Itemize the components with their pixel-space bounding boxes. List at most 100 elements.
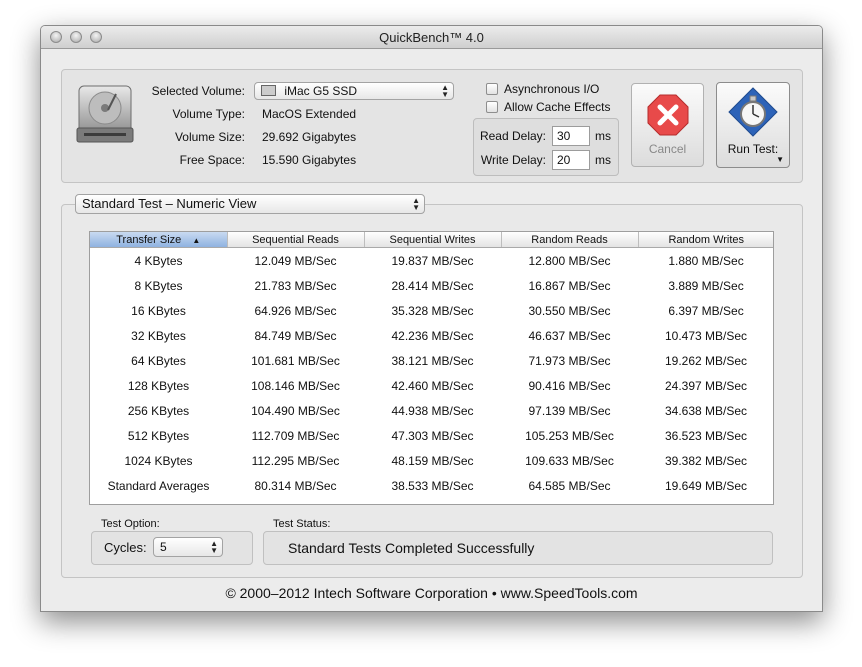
delay-settings-box: Read Delay: 30 ms Write Delay: 20 ms — [473, 118, 619, 176]
run-test-label: Run Test: — [727, 142, 779, 156]
table-row[interactable]: 256 KBytes 104.490 MB/Sec 44.938 MB/Sec … — [90, 398, 773, 423]
cancel-button[interactable]: Cancel — [631, 83, 704, 167]
sequential-writes-cell: 19.837 MB/Sec — [391, 253, 474, 268]
random-reads-cell: 30.550 MB/Sec — [528, 303, 611, 318]
volume-size-value: 29.692 Gigabytes — [262, 130, 357, 144]
transfer-size-cell: 256 KBytes — [127, 403, 190, 418]
random-writes-cell: 39.382 MB/Sec — [664, 453, 748, 468]
table-header-row: Transfer Size ▲ Sequential Reads Sequent… — [90, 232, 773, 248]
table-row-averages[interactable]: Standard Averages 80.314 MB/Sec 38.533 M… — [90, 473, 773, 498]
test-status-label: Test Status: — [273, 518, 331, 530]
view-mode-popup[interactable]: Standard Test – Numeric View ▲ ▼ — [75, 194, 425, 214]
table-row[interactable]: 1024 KBytes 112.295 MB/Sec 48.159 MB/Sec… — [90, 448, 773, 473]
selected-volume-popup[interactable]: iMac G5 SSD ▲ ▼ — [254, 82, 454, 100]
random-writes-cell: 19.649 MB/Sec — [664, 478, 748, 493]
popup-updown-icon: ▲ ▼ — [441, 83, 449, 99]
transfer-size-cell: 64 KBytes — [131, 353, 186, 368]
random-reads-cell: 109.633 MB/Sec — [525, 453, 614, 468]
transfer-size-cell: 8 KBytes — [134, 278, 183, 293]
volume-type-label: Volume Type: — [172, 107, 246, 121]
random-writes-cell: 6.397 MB/Sec — [668, 303, 744, 318]
run-test-button[interactable]: Run Test: ▼ — [716, 82, 790, 168]
sequential-writes-cell: 38.533 MB/Sec — [391, 478, 474, 493]
sequential-reads-cell: 84.749 MB/Sec — [254, 328, 337, 343]
write-delay-field[interactable]: 20 — [552, 150, 590, 170]
sequential-writes-cell: 47.303 MB/Sec — [391, 428, 474, 443]
transfer-size-cell: 16 KBytes — [131, 303, 186, 318]
read-delay-unit: ms — [595, 129, 611, 143]
app-window: QuickBench™ 4.0 Selected Volume: iMac G5… — [40, 25, 823, 612]
test-option-label: Test Option: — [101, 518, 160, 530]
random-reads-cell: 12.800 MB/Sec — [528, 253, 611, 268]
free-space-label: Free Space: — [179, 153, 245, 167]
footer-copyright: © 2000–2012 Intech Software Corporation … — [225, 585, 638, 601]
volume-size-label: Volume Size: — [174, 130, 245, 144]
sequential-reads-cell: 64.926 MB/Sec — [254, 303, 337, 318]
title-bar[interactable]: QuickBench™ 4.0 — [41, 26, 822, 49]
column-header-random-writes[interactable]: Random Writes — [638, 232, 773, 248]
cycles-updown-icon: ▲ ▼ — [210, 539, 218, 555]
write-delay-unit: ms — [595, 153, 611, 167]
random-writes-cell: 34.638 MB/Sec — [664, 403, 748, 418]
sequential-reads-cell: 101.681 MB/Sec — [251, 353, 340, 368]
write-delay-label: Write Delay: — [480, 153, 546, 167]
cycles-label: Cycles: — [104, 540, 147, 555]
view-mode-value: Standard Test – Numeric View — [82, 196, 257, 211]
test-status-box: Standard Tests Completed Successfully — [263, 531, 773, 565]
sequential-writes-cell: 42.236 MB/Sec — [391, 328, 474, 343]
random-writes-cell: 24.397 MB/Sec — [664, 378, 748, 393]
random-writes-cell: 10.473 MB/Sec — [664, 328, 748, 343]
random-reads-cell: 16.867 MB/Sec — [528, 278, 611, 293]
sequential-reads-cell: 12.049 MB/Sec — [254, 253, 337, 268]
free-space-value: 15.590 Gigabytes — [262, 153, 357, 167]
sequential-writes-cell: 42.460 MB/Sec — [391, 378, 474, 393]
random-reads-cell: 64.585 MB/Sec — [528, 478, 611, 493]
test-option-box: Cycles: 5 ▲ ▼ — [91, 531, 253, 565]
random-writes-cell: 3.889 MB/Sec — [668, 278, 744, 293]
column-header-sequential-reads[interactable]: Sequential Reads — [227, 232, 365, 248]
column-header-random-reads[interactable]: Random Reads — [501, 232, 639, 248]
cancel-button-label: Cancel — [648, 142, 687, 156]
random-reads-cell: 90.416 MB/Sec — [528, 378, 611, 393]
column-header-transfer-size[interactable]: Transfer Size ▲ — [90, 232, 228, 248]
sequential-writes-cell: 38.121 MB/Sec — [391, 353, 474, 368]
sequential-writes-cell: 48.159 MB/Sec — [391, 453, 474, 468]
table-row[interactable]: 16 KBytes 64.926 MB/Sec 35.328 MB/Sec 30… — [90, 298, 773, 323]
table-row[interactable]: 128 KBytes 108.146 MB/Sec 42.460 MB/Sec … — [90, 373, 773, 398]
cycles-value: 5 — [160, 540, 167, 554]
sequential-reads-cell: 112.295 MB/Sec — [251, 453, 340, 468]
transfer-size-cell: 32 KBytes — [131, 328, 186, 343]
allow-cache-checkbox[interactable] — [486, 101, 498, 113]
sequential-writes-cell: 35.328 MB/Sec — [391, 303, 474, 318]
random-reads-cell: 46.637 MB/Sec — [528, 328, 611, 343]
transfer-size-cell: 4 KBytes — [134, 253, 183, 268]
async-io-label: Asynchronous I/O — [504, 82, 600, 96]
read-delay-label: Read Delay: — [479, 129, 546, 143]
volume-settings-group: Selected Volume: iMac G5 SSD ▲ ▼ Volume T… — [61, 69, 803, 183]
random-reads-cell: 97.139 MB/Sec — [528, 403, 611, 418]
sort-ascending-icon: ▲ — [192, 235, 201, 245]
table-row[interactable]: 4 KBytes 12.049 MB/Sec 19.837 MB/Sec 12.… — [90, 248, 773, 274]
cycles-popup[interactable]: 5 ▲ ▼ — [153, 537, 223, 557]
table-row[interactable]: 512 KBytes 112.709 MB/Sec 47.303 MB/Sec … — [90, 423, 773, 448]
hard-drive-icon — [76, 84, 134, 149]
results-table-container: Transfer Size ▲ Sequential Reads Sequent… — [89, 231, 774, 505]
allow-cache-label: Allow Cache Effects — [504, 100, 611, 114]
async-io-checkbox[interactable] — [486, 83, 498, 95]
table-row[interactable]: 32 KBytes 84.749 MB/Sec 42.236 MB/Sec 46… — [90, 323, 773, 348]
stopwatch-icon — [728, 87, 778, 140]
read-delay-field[interactable]: 30 — [552, 126, 590, 146]
column-header-sequential-writes[interactable]: Sequential Writes — [364, 232, 502, 248]
table-row[interactable]: 8 KBytes 21.783 MB/Sec 28.414 MB/Sec 16.… — [90, 273, 773, 298]
sequential-reads-cell: 104.490 MB/Sec — [251, 403, 340, 418]
test-status-text: Standard Tests Completed Successfully — [288, 540, 535, 556]
sequential-reads-cell: 80.314 MB/Sec — [254, 478, 337, 493]
transfer-size-cell: 128 KBytes — [127, 378, 190, 393]
table-row[interactable]: 64 KBytes 101.681 MB/Sec 38.121 MB/Sec 7… — [90, 348, 773, 373]
window-title: QuickBench™ 4.0 — [379, 30, 484, 45]
random-writes-cell: 19.262 MB/Sec — [664, 353, 748, 368]
sequential-reads-cell: 21.783 MB/Sec — [254, 278, 337, 293]
view-popup-updown-icon: ▲ ▼ — [412, 196, 420, 212]
cancel-x-icon — [647, 94, 689, 139]
random-writes-cell: 1.880 MB/Sec — [668, 253, 744, 268]
